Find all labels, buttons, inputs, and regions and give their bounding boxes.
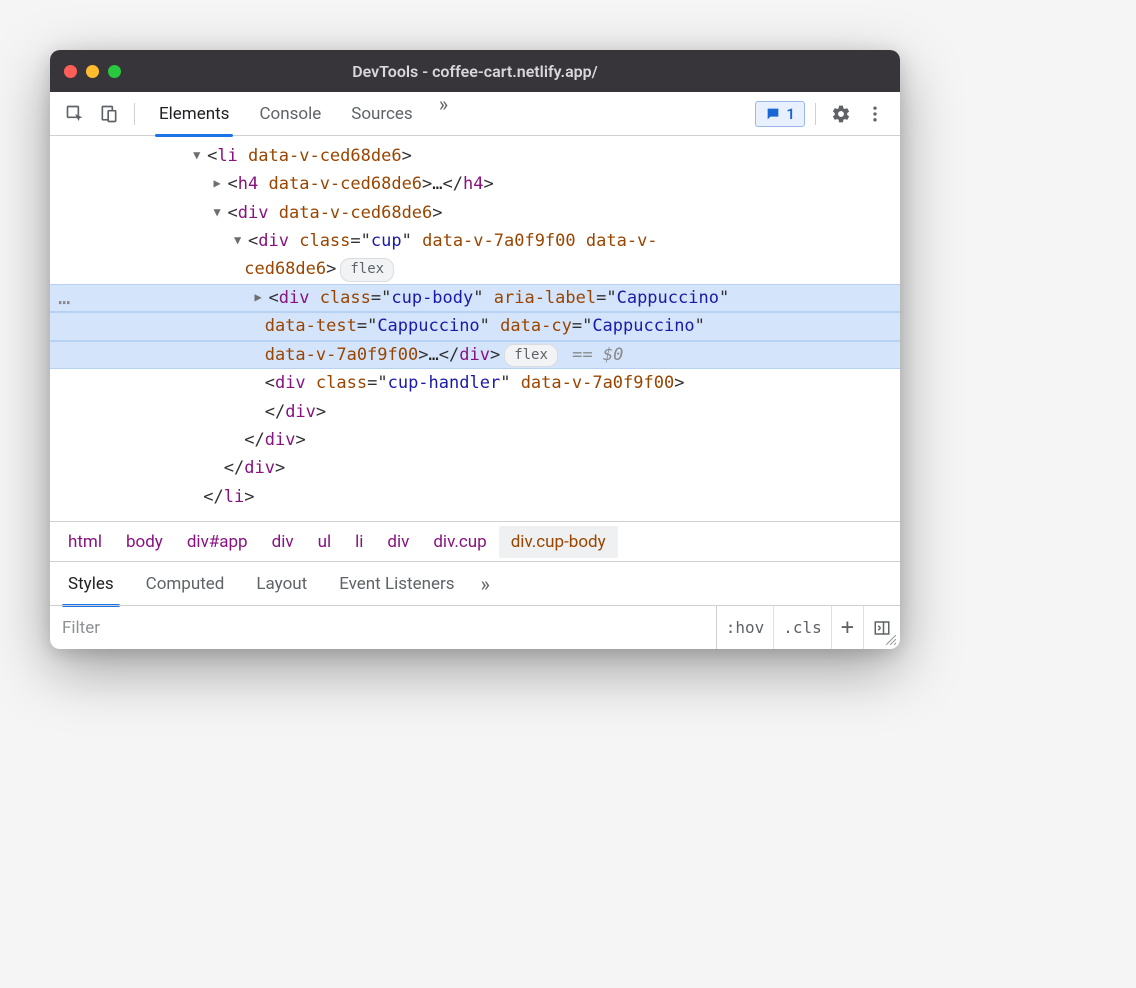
more-styles-tabs-icon[interactable]: » (471, 572, 500, 596)
panel-tabs: Elements Console Sources » (145, 92, 751, 136)
device-toggle-icon[interactable] (94, 99, 124, 129)
tab-sources[interactable]: Sources (337, 92, 426, 136)
crumb-ul[interactable]: ul (306, 526, 344, 558)
tab-layout[interactable]: Layout (240, 562, 323, 606)
cls-button[interactable]: .cls (773, 606, 831, 649)
maximize-icon[interactable] (108, 65, 121, 78)
dom-row[interactable]: </div> (50, 426, 900, 454)
tab-event-listeners[interactable]: Event Listeners (323, 562, 470, 606)
dom-row-selected[interactable]: ⋯ <div class="cup-body" aria-label="Capp… (50, 284, 900, 312)
window-title: DevTools - coffee-cart.netlify.app/ (50, 62, 900, 81)
crumb-cup[interactable]: div.cup (421, 526, 498, 558)
traffic-lights (64, 65, 121, 78)
dom-row[interactable]: <div class="cup-handler" data-v-7a0f9f00… (50, 369, 900, 397)
settings-icon[interactable] (826, 99, 856, 129)
dom-tree[interactable]: <li data-v-ced68de6> <h4 data-v-ced68de6… (50, 136, 900, 521)
dom-row[interactable]: </div> (50, 398, 900, 426)
dom-row[interactable]: <div class="cup" data-v-7a0f9f00 data-v- (50, 227, 900, 255)
more-tabs-icon[interactable]: » (429, 92, 458, 136)
dom-row[interactable]: <h4 data-v-ced68de6>…</h4> (50, 170, 900, 198)
console-ref: == $0 (572, 345, 623, 365)
dom-row[interactable]: <div data-v-ced68de6> (50, 199, 900, 227)
hov-button[interactable]: :hov (716, 606, 774, 649)
dom-row-selected[interactable]: data-test="Cappuccino" data-cy="Cappucci… (50, 312, 900, 340)
divider (815, 103, 816, 125)
minimize-icon[interactable] (86, 65, 99, 78)
issues-badge[interactable]: 1 (755, 101, 805, 127)
crumb-app[interactable]: div#app (175, 526, 260, 558)
tab-elements[interactable]: Elements (145, 92, 243, 136)
inspect-icon[interactable] (60, 99, 90, 129)
close-icon[interactable] (64, 65, 77, 78)
filter-input[interactable] (50, 606, 716, 649)
dom-row[interactable]: ced68de6>flex (50, 255, 900, 284)
flex-badge[interactable]: flex (504, 344, 558, 368)
dom-row[interactable]: </div> (50, 454, 900, 482)
flex-badge[interactable]: flex (340, 258, 394, 282)
divider (134, 103, 135, 125)
crumb-body[interactable]: body (114, 526, 175, 558)
devtools-window: DevTools - coffee-cart.netlify.app/ Elem… (50, 50, 900, 649)
kebab-menu-icon[interactable] (860, 99, 890, 129)
styles-filter-bar: :hov .cls + (50, 605, 900, 649)
crumb-cup-body[interactable]: div.cup-body (499, 526, 618, 558)
dom-row[interactable]: </li> (50, 483, 900, 511)
tab-computed[interactable]: Computed (130, 562, 241, 606)
add-rule-button[interactable]: + (831, 606, 863, 649)
main-toolbar: Elements Console Sources » 1 (50, 92, 900, 136)
titlebar: DevTools - coffee-cart.netlify.app/ (50, 50, 900, 92)
dom-row[interactable]: <li data-v-ced68de6> (50, 142, 900, 170)
crumb-div[interactable]: div (260, 526, 306, 558)
tab-console[interactable]: Console (245, 92, 335, 136)
tab-styles[interactable]: Styles (52, 562, 130, 606)
crumb-html[interactable]: html (56, 526, 114, 558)
breadcrumb: html body div#app div ul li div div.cup … (50, 521, 900, 561)
crumb-div2[interactable]: div (375, 526, 421, 558)
styles-tabs: Styles Computed Layout Event Listeners » (50, 561, 900, 605)
dom-row-selected[interactable]: data-v-7a0f9f00>…</div>flex == $0 (50, 341, 900, 370)
resize-handle-icon[interactable] (886, 635, 896, 645)
crumb-li[interactable]: li (343, 526, 375, 558)
issues-count: 1 (786, 105, 795, 123)
